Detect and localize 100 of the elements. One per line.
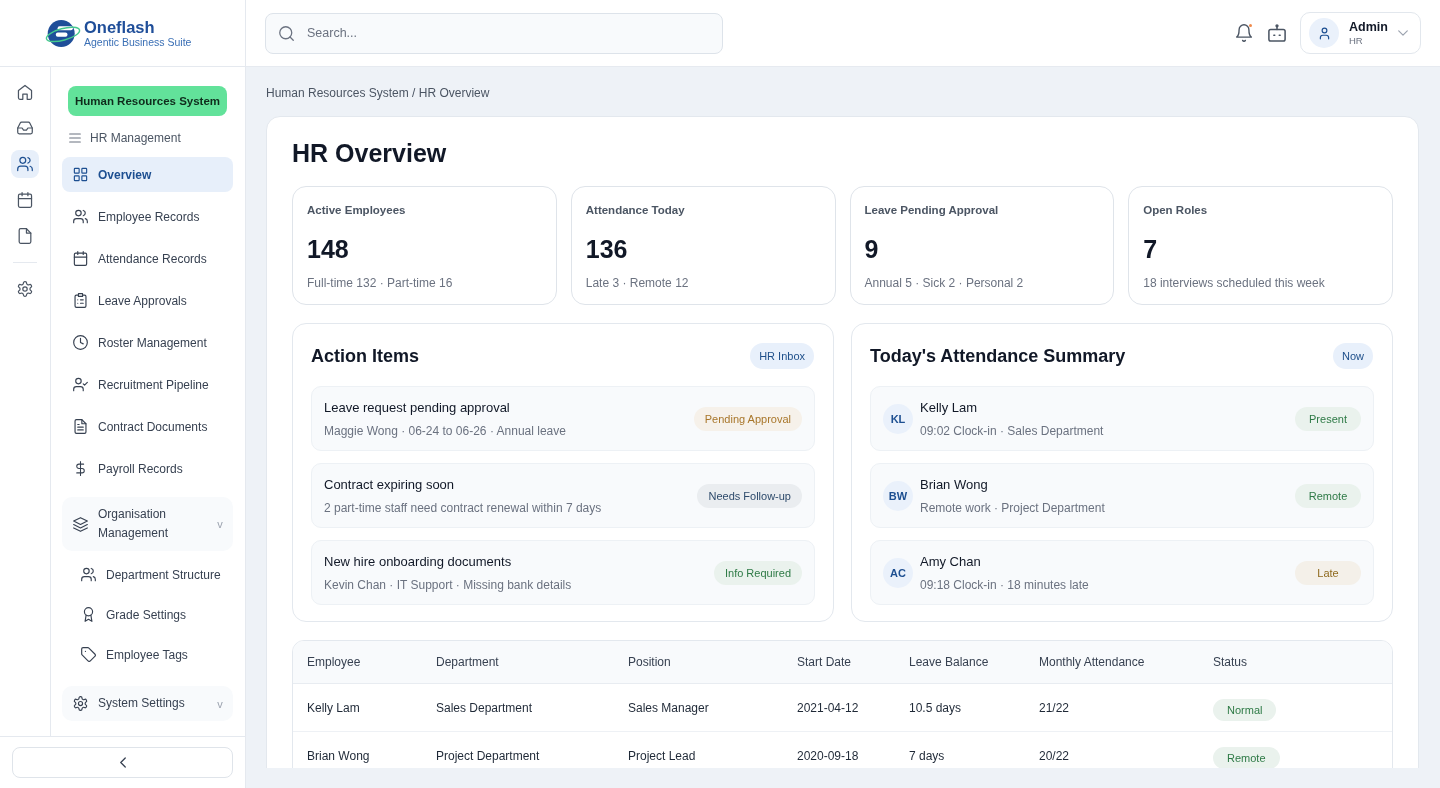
- document-lines-icon: [73, 419, 88, 434]
- nav-group-button[interactable]: System Settings v: [62, 686, 233, 721]
- panel-title: Today's Attendance Summary: [870, 345, 1126, 367]
- nav-item[interactable]: Payroll Records: [62, 451, 233, 486]
- status-tag: Needs Follow-up: [697, 483, 802, 508]
- table-cell-text: Sales Manager: [628, 700, 710, 715]
- column-header: Position: [628, 655, 672, 669]
- table-cell-text: 2020-09-18: [797, 748, 860, 763]
- status-tag: Info Required: [713, 560, 802, 585]
- robot-icon: [1268, 24, 1286, 42]
- inbox-icon: [17, 120, 33, 136]
- brand-name: Oneflash: [84, 17, 156, 36]
- stat-value: 7: [1143, 234, 1159, 265]
- user-avatar-icon: [1309, 18, 1339, 48]
- stat-value: 148: [307, 234, 350, 265]
- attendance-detail: 09:18 Clock-in · 18 minutes late: [920, 576, 1090, 593]
- nav-item[interactable]: Overview: [62, 157, 233, 192]
- employee-name: Amy Chan: [920, 552, 982, 571]
- action-item-card[interactable]: New hire onboarding documents Kevin Chan · IT Support · Missing bank details Info Required: [311, 540, 815, 605]
- stat-detail: Late 3 · Remote 12: [585, 275, 690, 291]
- column-header: Monthly Attendance: [1039, 655, 1146, 669]
- stat-label: Open Roles: [1143, 203, 1209, 218]
- status-tag: Pending Approval: [693, 406, 802, 431]
- page-title: HR Overview: [292, 138, 448, 169]
- table-cell-text: 7 days: [909, 748, 946, 763]
- stat-label: Attendance Today: [585, 203, 686, 218]
- settings-icon: [17, 281, 33, 297]
- layers-icon: [73, 516, 88, 532]
- item-title: Leave request pending approval: [324, 398, 511, 417]
- initials-avatar: KL: [883, 403, 913, 434]
- column-header: Start Date: [797, 655, 853, 669]
- stat-value: 136: [585, 234, 629, 265]
- nav-item[interactable]: Employee Records: [62, 199, 233, 234]
- status-tag: Late: [1295, 560, 1361, 585]
- section-heading: HR Management: [90, 131, 181, 145]
- calendar-icon: [17, 192, 33, 208]
- stat-detail: 18 interviews scheduled this week: [1143, 275, 1326, 291]
- table-cell-text: Sales Department: [436, 700, 534, 715]
- table-cell-text: 21/22: [1039, 700, 1071, 715]
- stat-label: Leave Pending Approval: [864, 203, 1000, 218]
- people-icon: [81, 567, 96, 582]
- system-label: Human Resources System: [68, 86, 227, 116]
- column-header: Leave Balance: [909, 655, 990, 669]
- table-cell-text: Brian Wong: [307, 748, 371, 763]
- person-check-icon: [73, 377, 88, 392]
- nav-item[interactable]: Leave Approvals: [62, 283, 233, 318]
- medal-icon: [81, 607, 96, 622]
- nav-subitem[interactable]: Employee Tags: [62, 638, 233, 671]
- calendar-icon: [73, 251, 88, 266]
- employee-name: Kelly Lam: [920, 398, 979, 417]
- table-cell-text: Project Lead: [628, 748, 697, 763]
- table-cell-text: 20/22: [1039, 748, 1071, 763]
- item-detail: Maggie Wong · 06-24 to 06-26 · Annual leave: [324, 422, 567, 439]
- stat-label: Active Employees: [307, 203, 407, 218]
- brand-tagline: Agentic Business Suite: [84, 35, 192, 49]
- document-icon: [17, 228, 33, 244]
- stat-detail: Full-time 132 · Part-time 16: [307, 275, 454, 291]
- clipboard-icon: [73, 293, 88, 308]
- employee-name: Brian Wong: [920, 475, 989, 494]
- status-tag: Remote: [1295, 483, 1361, 508]
- nav-group-button[interactable]: Organisation Management v: [62, 497, 233, 551]
- table-cell-text: 10.5 days: [909, 700, 963, 715]
- nav-subitem[interactable]: Department Structure: [62, 558, 233, 591]
- assistant-button[interactable]: [1265, 21, 1289, 45]
- nav-subitem[interactable]: Grade Settings: [62, 598, 233, 631]
- status-tag: Remote: [1213, 746, 1280, 768]
- now-tag: Now: [1333, 343, 1373, 369]
- user-menu-button[interactable]: Admin HR: [1300, 12, 1421, 54]
- attendance-row[interactable]: AC Amy Chan 09:18 Clock-in · 18 minutes late Late: [870, 540, 1374, 605]
- attendance-row[interactable]: BW Brian Wong Remote work · Project Department Remote: [870, 463, 1374, 528]
- item-detail: Kevin Chan · IT Support · Missing bank details: [324, 576, 573, 593]
- bell-icon: [1235, 24, 1253, 42]
- search-field[interactable]: Search...: [265, 12, 723, 54]
- attendance-detail: Remote work · Project Department: [920, 499, 1106, 516]
- table-cell-text: 2021-04-12: [797, 700, 860, 715]
- nav-item[interactable]: Attendance Records: [62, 241, 233, 276]
- action-item-card[interactable]: Leave request pending approval Maggie Wong · 06-24 to 06-26 · Annual leave Pending Approval: [311, 386, 815, 451]
- people-icon: [17, 156, 33, 172]
- table-cell-text: Kelly Lam: [307, 700, 361, 715]
- table-cell-text: Project Department: [436, 748, 541, 763]
- chevron-down-icon: [1398, 30, 1408, 36]
- home-icon: [17, 84, 33, 100]
- item-title: New hire onboarding documents: [324, 552, 513, 571]
- attendance-detail: 09:02 Clock-in · Sales Department: [920, 422, 1105, 439]
- clock-icon: [73, 335, 88, 350]
- dollar-icon: [73, 461, 88, 476]
- initials-avatar: BW: [883, 480, 913, 511]
- inbox-tag: HR Inbox: [750, 343, 814, 369]
- action-item-card[interactable]: Contract expiring soon 2 part-time staff need contract renewal within 7 days Needs Follow-up: [311, 463, 815, 528]
- column-header: Employee: [307, 655, 362, 669]
- nav-item[interactable]: Contract Documents: [62, 409, 233, 444]
- nav-item[interactable]: Roster Management: [62, 325, 233, 360]
- status-tag: Normal: [1213, 698, 1277, 721]
- menu-icon: [69, 133, 81, 143]
- nav-item[interactable]: Recruitment Pipeline: [62, 367, 233, 402]
- item-detail: 2 part-time staff need contract renewal within 7 days: [324, 499, 603, 516]
- attendance-row[interactable]: KL Kelly Lam 09:02 Clock-in · Sales Department Present: [870, 386, 1374, 451]
- status-tag: Present: [1295, 406, 1361, 431]
- initials-avatar: AC: [883, 557, 913, 588]
- rail-button[interactable]: [11, 150, 39, 178]
